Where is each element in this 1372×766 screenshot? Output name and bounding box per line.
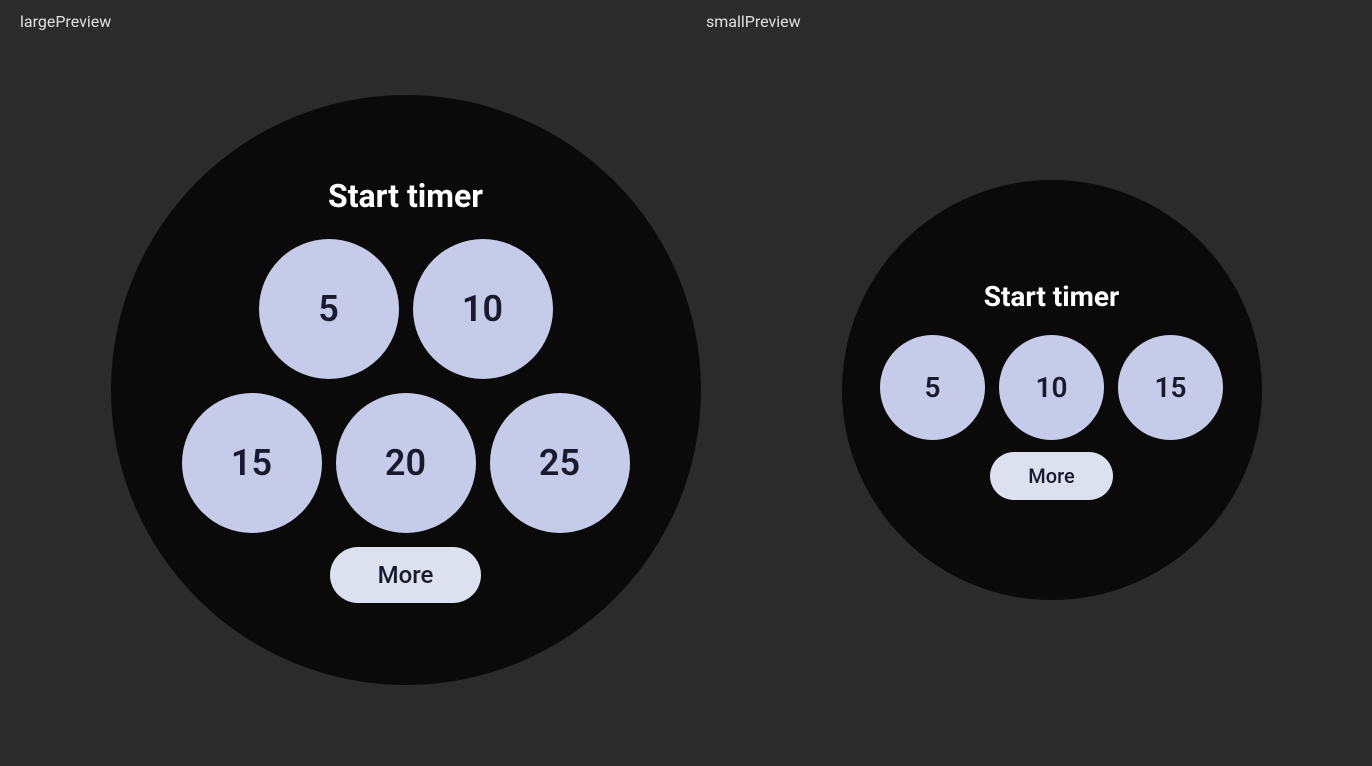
large-more-button[interactable]: More xyxy=(330,547,482,603)
large-timer-btn-25[interactable]: 25 xyxy=(490,393,630,533)
large-watch: Start timer 5 10 15 20 25 More xyxy=(111,95,701,685)
small-watch: Start timer 5 10 15 More xyxy=(842,180,1262,600)
large-timer-row-2: 15 20 25 xyxy=(182,393,630,533)
small-watch-title: Start timer xyxy=(984,280,1120,313)
large-watch-title: Start timer xyxy=(328,177,483,215)
small-more-button[interactable]: More xyxy=(990,452,1112,500)
small-timer-btn-5[interactable]: 5 xyxy=(880,335,985,440)
large-timer-btn-20[interactable]: 20 xyxy=(336,393,476,533)
large-timer-grid: 5 10 15 20 25 More xyxy=(182,239,630,603)
small-timer-grid: 5 10 15 More xyxy=(880,335,1223,500)
large-timer-btn-5[interactable]: 5 xyxy=(259,239,399,379)
small-preview-label: smallPreview xyxy=(706,12,1352,31)
large-timer-btn-10[interactable]: 10 xyxy=(413,239,553,379)
large-timer-row-1: 5 10 xyxy=(259,239,553,379)
small-timer-row-1: 5 10 15 xyxy=(880,335,1223,440)
small-more-row: More xyxy=(990,452,1112,500)
large-timer-btn-15[interactable]: 15 xyxy=(182,393,322,533)
previews-container: Start timer 5 10 15 20 25 More Start tim… xyxy=(0,43,1372,766)
small-timer-btn-15[interactable]: 15 xyxy=(1118,335,1223,440)
large-more-row: More xyxy=(330,547,482,603)
small-timer-btn-10[interactable]: 10 xyxy=(999,335,1104,440)
large-preview-label: largePreview xyxy=(20,12,706,31)
